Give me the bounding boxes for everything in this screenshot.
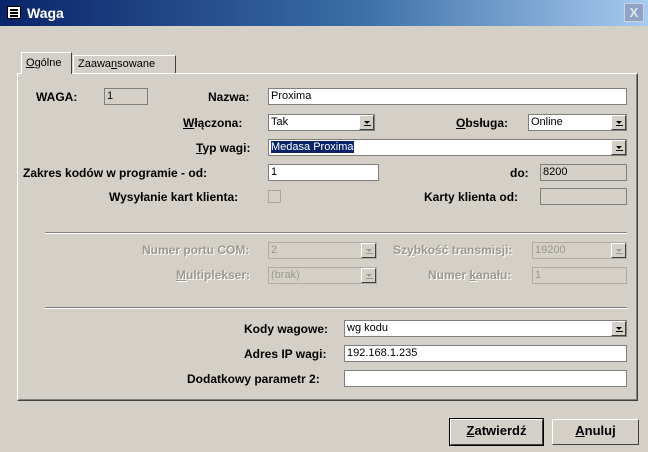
wlaczona-select[interactable]: Tak [268, 114, 375, 131]
mux-label: Multiplekser: [176, 267, 250, 283]
section-divider [45, 307, 627, 309]
param-label: Dodatkowy parametr 2: [187, 372, 320, 386]
chevron-down-icon [361, 268, 376, 283]
typ-wagi-value: Medasa Proxima [271, 141, 354, 153]
ip-label: Adres IP wagi: [244, 347, 327, 361]
kody-wagowe-select[interactable]: wg kodu [344, 320, 627, 337]
port-com-select: 2 [268, 242, 377, 259]
cancel-button[interactable]: Anuluj [552, 419, 639, 445]
channel-label-post: anału: [476, 268, 512, 282]
cancel-accel: A [575, 423, 585, 438]
confirm-button[interactable]: Zatwierdź [449, 418, 544, 446]
cancel-label: nuluj [584, 423, 616, 438]
wysylanie-checkbox[interactable] [268, 190, 281, 203]
speed-label-post: bkość transmisji: [413, 243, 513, 257]
typ-wagi-select[interactable]: Medasa Proxima [268, 139, 627, 156]
nazwa-input[interactable]: Proxima [268, 88, 627, 105]
speed-select: 19200 [532, 242, 627, 259]
chevron-down-icon[interactable] [611, 115, 626, 130]
chevron-down-icon[interactable] [359, 115, 374, 130]
waga-label: WAGA: [36, 90, 78, 104]
kody-wagowe-value: wg kodu [347, 322, 388, 334]
dialog-window: Waga X Ogólne Zaawansowane WAGA: 1 Nazwa… [0, 0, 648, 452]
tab-advanced-label-pre: Zaawa [78, 58, 112, 70]
wlaczona-value: Tak [271, 116, 289, 128]
zakres-label: Zakres kodów w programie - od: [23, 166, 208, 180]
do-field: 8200 [540, 164, 627, 181]
channel-field: 1 [532, 267, 627, 284]
speed-value: 19200 [535, 244, 566, 256]
chevron-down-icon [361, 243, 376, 258]
nazwa-label: Nazwa: [208, 90, 250, 104]
wlaczona-label-rest: łączona: [194, 116, 243, 130]
zakres-od-input[interactable]: 1 [268, 164, 379, 181]
mux-select: (brak) [268, 267, 377, 284]
section-divider [45, 232, 627, 234]
obsluga-accel: O [456, 116, 466, 130]
tab-advanced-label-post: sowane [117, 58, 156, 70]
ip-input[interactable]: 192.168.1.235 [344, 345, 627, 362]
obsluga-select[interactable]: Online [528, 114, 627, 131]
tab-general[interactable]: Ogólne [21, 52, 72, 74]
kody-wagowe-label: Kody wagowe: [244, 322, 329, 336]
chevron-down-icon[interactable] [611, 140, 626, 155]
typ-wagi-label-rest: yp wagi: [202, 141, 251, 155]
karty-field [540, 188, 627, 205]
close-button[interactable]: X [624, 3, 644, 22]
title-bar[interactable]: Waga X [0, 0, 648, 26]
mux-accel: M [176, 268, 186, 282]
speed-label-pre: Sz [393, 243, 408, 257]
wlaczona-accel: W [183, 116, 195, 130]
confirm-label: atwierdź [474, 423, 527, 438]
tab-advanced[interactable]: Zaawansowane [73, 55, 176, 74]
chevron-down-icon [611, 243, 626, 258]
chevron-down-icon[interactable] [611, 321, 626, 336]
form-icon [7, 6, 21, 19]
do-label: do: [510, 166, 529, 180]
mux-label-post: ultiplekser: [186, 268, 251, 282]
obsluga-label: Obsługa: [456, 115, 508, 131]
tab-general-accel: O [26, 57, 35, 69]
typ-wagi-label: Typ wagi: [196, 140, 250, 156]
param-input[interactable] [344, 370, 627, 387]
obsluga-label-rest: bsługa: [465, 116, 509, 130]
channel-label: Numer kanału: [428, 267, 511, 283]
speed-label: Szybkość transmisji: [393, 242, 512, 258]
obsluga-value: Online [531, 116, 563, 128]
waga-id-field: 1 [104, 88, 148, 105]
port-com-label: Numer portu COM: [142, 243, 250, 257]
channel-label-pre: Numer [428, 268, 470, 282]
karty-label: Karty klienta od: [424, 190, 519, 204]
wlaczona-label: Włączona: [183, 115, 242, 131]
tab-general-label: gólne [34, 57, 62, 69]
wysylanie-label: Wysyłanie kart klienta: [109, 190, 239, 204]
port-com-value: 2 [271, 244, 278, 256]
window-title: Waga [27, 5, 64, 21]
speed-accel: y [407, 243, 414, 257]
mux-value: (brak) [271, 269, 300, 281]
